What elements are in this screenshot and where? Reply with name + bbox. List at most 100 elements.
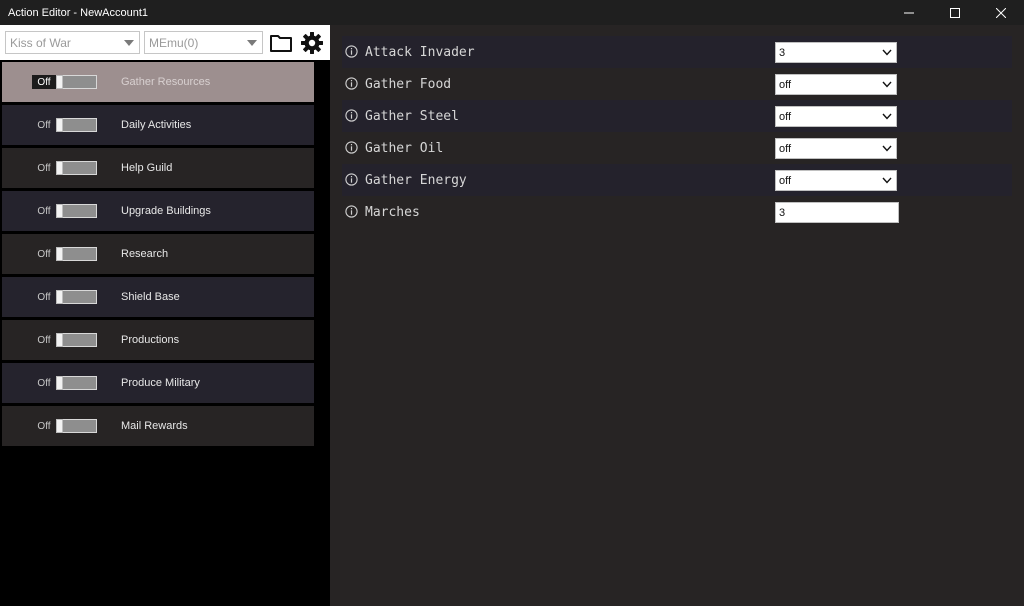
action-item-daily-activities[interactable]: Off Daily Activities — [2, 105, 314, 145]
toggle-state: Off — [37, 205, 51, 217]
select-value: off — [779, 110, 792, 123]
game-select[interactable]: Kiss of War — [5, 31, 140, 54]
action-item-productions[interactable]: Off Productions — [2, 320, 314, 360]
toolbar: Kiss of War MEmu(0) — [0, 25, 330, 60]
toggle-state: Off — [37, 420, 51, 432]
setting-label: Gather Food — [365, 76, 452, 92]
action-toggle[interactable]: Off — [32, 204, 98, 218]
toggle-thumb — [56, 204, 63, 218]
toggle-state: Off — [32, 75, 56, 89]
select-value: off — [779, 174, 792, 187]
setting-label: Marches — [365, 204, 420, 220]
action-item-research[interactable]: Off Research — [2, 234, 314, 274]
toggle-thumb — [56, 376, 63, 390]
action-name: Help Guild — [121, 162, 173, 174]
toggle-state: Off — [37, 291, 51, 303]
action-item-upgrade-buildings[interactable]: Off Upgrade Buildings — [2, 191, 314, 231]
toggle-thumb — [56, 161, 63, 175]
action-toggle[interactable]: Off — [32, 376, 98, 390]
select-value: off — [779, 142, 792, 155]
select-value: off — [779, 78, 792, 91]
action-name: Produce Military — [121, 377, 200, 389]
setting-row-gather-oil: Gather Oil off — [342, 132, 1012, 164]
gather-energy-select[interactable]: off — [775, 170, 897, 191]
toggle-state: Off — [37, 162, 51, 174]
close-icon — [996, 7, 1006, 18]
action-toggle[interactable]: Off — [32, 247, 98, 261]
info-icon[interactable] — [345, 173, 358, 186]
toggle-state: Off — [37, 119, 51, 131]
action-name: Shield Base — [121, 291, 180, 303]
action-item-gather-resources[interactable]: Off Gather Resources — [2, 62, 314, 102]
chevron-down-icon — [882, 49, 892, 56]
left-panel: Kiss of War MEmu(0) Off Gather Resources… — [0, 25, 330, 606]
action-item-help-guild[interactable]: Off Help Guild — [2, 148, 314, 188]
game-select-value: Kiss of War — [10, 35, 71, 50]
action-item-produce-military[interactable]: Off Produce Military — [2, 363, 314, 403]
action-toggle[interactable]: Off — [32, 419, 98, 433]
action-name: Gather Resources — [121, 76, 211, 88]
input-value: 3 — [779, 206, 786, 219]
maximize-button[interactable] — [932, 0, 978, 25]
action-toggle[interactable]: Off — [32, 161, 98, 175]
close-button[interactable] — [978, 0, 1024, 25]
setting-row-marches: Marches 3 — [342, 196, 1012, 228]
toggle-state: Off — [37, 248, 51, 260]
setting-label: Gather Energy — [365, 172, 467, 188]
gather-food-select[interactable]: off — [775, 74, 897, 95]
gather-oil-select[interactable]: off — [775, 138, 897, 159]
toggle-thumb — [56, 118, 63, 132]
info-icon[interactable] — [345, 141, 358, 154]
toggle-thumb — [56, 333, 63, 347]
action-toggle[interactable]: Off — [32, 333, 98, 347]
action-toggle[interactable]: Off — [32, 118, 98, 132]
window-title: Action Editor - NewAccount1 — [8, 6, 149, 19]
action-name: Upgrade Buildings — [121, 205, 211, 217]
setting-label: Gather Oil — [365, 140, 444, 156]
minimize-icon — [904, 12, 914, 13]
gather-steel-select[interactable]: off — [775, 106, 897, 127]
action-name: Mail Rewards — [121, 420, 188, 432]
setting-row-gather-food: Gather Food off — [342, 68, 1012, 100]
setting-label: Gather Steel — [365, 108, 459, 124]
chevron-down-icon — [882, 81, 892, 88]
open-folder-button[interactable] — [269, 31, 293, 55]
setting-row-gather-energy: Gather Energy off — [342, 164, 1012, 196]
maximize-icon — [950, 7, 960, 18]
toggle-thumb — [56, 419, 63, 433]
action-toggle[interactable]: Off — [32, 75, 98, 89]
action-name: Productions — [121, 334, 180, 346]
toggle-thumb — [56, 247, 63, 261]
folder-icon — [270, 35, 292, 52]
chevron-down-icon — [124, 40, 134, 46]
title-bar: Action Editor - NewAccount1 — [0, 0, 1024, 25]
emulator-select-value: MEmu(0) — [149, 35, 199, 50]
toggle-state: Off — [37, 334, 51, 346]
action-item-mail-rewards[interactable]: Off Mail Rewards — [2, 406, 314, 446]
info-icon[interactable] — [345, 205, 358, 218]
settings-button[interactable] — [300, 31, 324, 55]
info-icon[interactable] — [345, 109, 358, 122]
info-icon[interactable] — [345, 45, 358, 58]
select-value: 3 — [779, 46, 786, 59]
marches-input[interactable]: 3 — [775, 202, 899, 223]
gear-icon — [301, 32, 323, 54]
chevron-down-icon — [882, 177, 892, 184]
settings-panel: Attack Invader 3 Gather Food off Gather … — [330, 25, 1024, 606]
info-icon[interactable] — [345, 77, 358, 90]
setting-label: Attack Invader — [365, 44, 475, 60]
toggle-thumb — [56, 290, 63, 304]
toggle-state: Off — [37, 377, 51, 389]
chevron-down-icon — [882, 113, 892, 120]
attack-invader-select[interactable]: 3 — [775, 42, 897, 63]
toggle-thumb — [56, 75, 63, 89]
action-name: Daily Activities — [121, 119, 192, 131]
chevron-down-icon — [882, 145, 892, 152]
minimize-button[interactable] — [886, 0, 932, 25]
emulator-select[interactable]: MEmu(0) — [144, 31, 263, 54]
action-item-shield-base[interactable]: Off Shield Base — [2, 277, 314, 317]
action-toggle[interactable]: Off — [32, 290, 98, 304]
chevron-down-icon — [247, 40, 257, 46]
setting-row-attack-invader: Attack Invader 3 — [342, 36, 1012, 68]
window-controls — [886, 0, 1024, 25]
